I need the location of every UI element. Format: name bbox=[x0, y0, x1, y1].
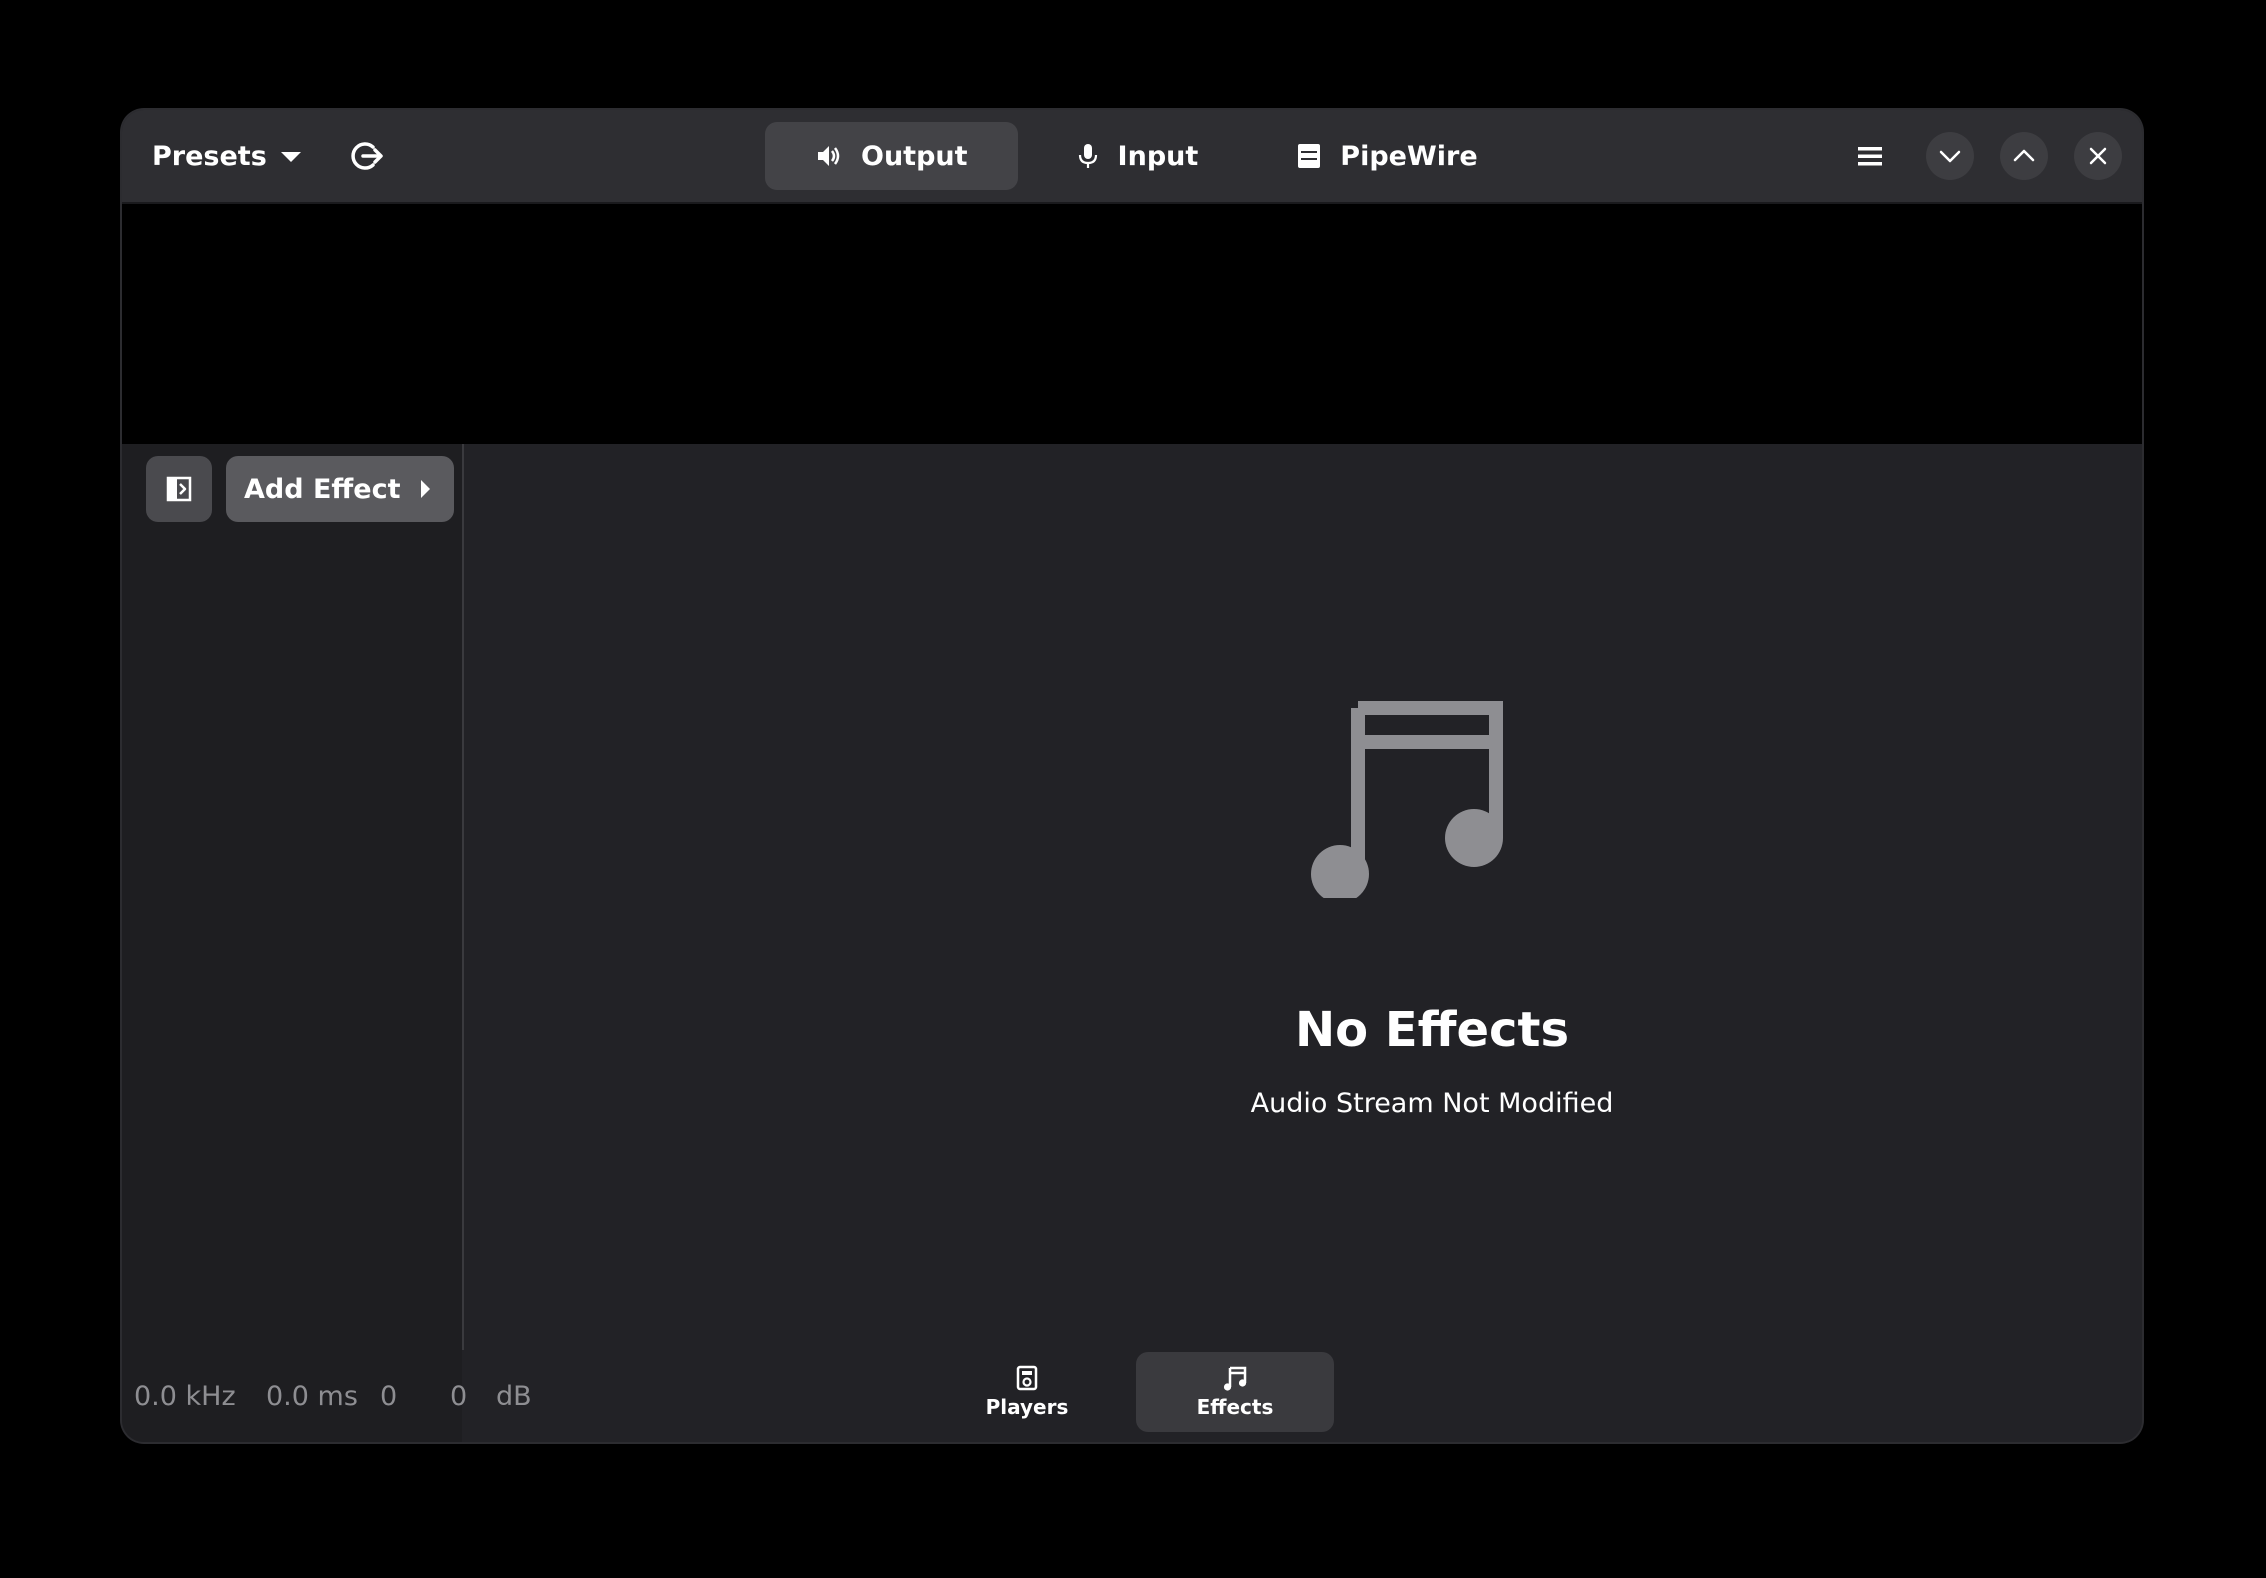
tab-output-label: Output bbox=[861, 140, 968, 172]
tab-players[interactable]: Players bbox=[928, 1352, 1126, 1432]
add-effect-button[interactable]: Add Effect bbox=[226, 456, 454, 522]
chevron-down-icon bbox=[1939, 150, 1961, 163]
bottom-bar: 0.0 kHz 0.0 ms 0 0 dB Players Effects bbox=[122, 1350, 2142, 1442]
minimize-button[interactable] bbox=[1926, 132, 1974, 180]
chevron-right-icon bbox=[420, 480, 430, 498]
sidebar-show-icon bbox=[166, 476, 192, 502]
tab-effects-label: Effects bbox=[1196, 1395, 1274, 1419]
level-right-label: 0 bbox=[450, 1380, 468, 1412]
speaker-icon bbox=[818, 146, 840, 166]
tab-input-label: Input bbox=[1117, 140, 1199, 172]
exit-icon bbox=[351, 142, 383, 170]
tab-pipewire[interactable]: PipeWire bbox=[1256, 122, 1517, 190]
main-menu-button[interactable] bbox=[1846, 132, 1894, 180]
status-description: Audio Stream Not Modified bbox=[1250, 1088, 1614, 1119]
effects-sidebar: Add Effect bbox=[122, 444, 464, 1382]
music-note-icon bbox=[1223, 1366, 1247, 1391]
hamburger-menu-icon bbox=[1858, 147, 1882, 166]
close-icon bbox=[2089, 147, 2107, 165]
header-bar: Presets Output Input PipeWire bbox=[122, 110, 2142, 204]
bypass-button[interactable] bbox=[344, 132, 392, 180]
tab-players-label: Players bbox=[985, 1395, 1069, 1419]
view-stack-switcher: Output Input PipeWire bbox=[765, 122, 1518, 190]
maximize-button[interactable] bbox=[2000, 132, 2048, 180]
sidebar-toggle-button[interactable] bbox=[146, 456, 212, 522]
presets-menu-button[interactable]: Presets bbox=[140, 126, 313, 186]
level-unit-label: dB bbox=[496, 1380, 532, 1412]
media-player-icon bbox=[1016, 1365, 1038, 1391]
status-title: No Effects bbox=[1294, 1002, 1570, 1058]
microphone-icon bbox=[1078, 144, 1097, 168]
app-window: Presets Output Input PipeWire Add Effect… bbox=[122, 110, 2142, 1442]
spectrum-display bbox=[122, 204, 2142, 444]
latency-label: 0.0 ms bbox=[266, 1380, 358, 1412]
chevron-down-icon bbox=[280, 152, 301, 162]
tab-effects[interactable]: Effects bbox=[1136, 1352, 1334, 1432]
tab-output[interactable]: Output bbox=[765, 122, 1018, 190]
sample-rate-label: 0.0 kHz bbox=[134, 1380, 236, 1412]
tab-input[interactable]: Input bbox=[1026, 122, 1249, 190]
effects-status-page: No Effects Audio Stream Not Modified bbox=[464, 444, 2142, 1382]
server-icon bbox=[1298, 144, 1321, 168]
music-note-icon bbox=[1311, 701, 1503, 898]
chevron-up-icon bbox=[2013, 149, 2035, 162]
add-effect-label: Add Effect bbox=[244, 473, 401, 505]
close-button[interactable] bbox=[2074, 132, 2122, 180]
level-left-label: 0 bbox=[380, 1380, 398, 1412]
presets-label: Presets bbox=[152, 140, 267, 172]
tab-pipewire-label: PipeWire bbox=[1340, 140, 1478, 172]
